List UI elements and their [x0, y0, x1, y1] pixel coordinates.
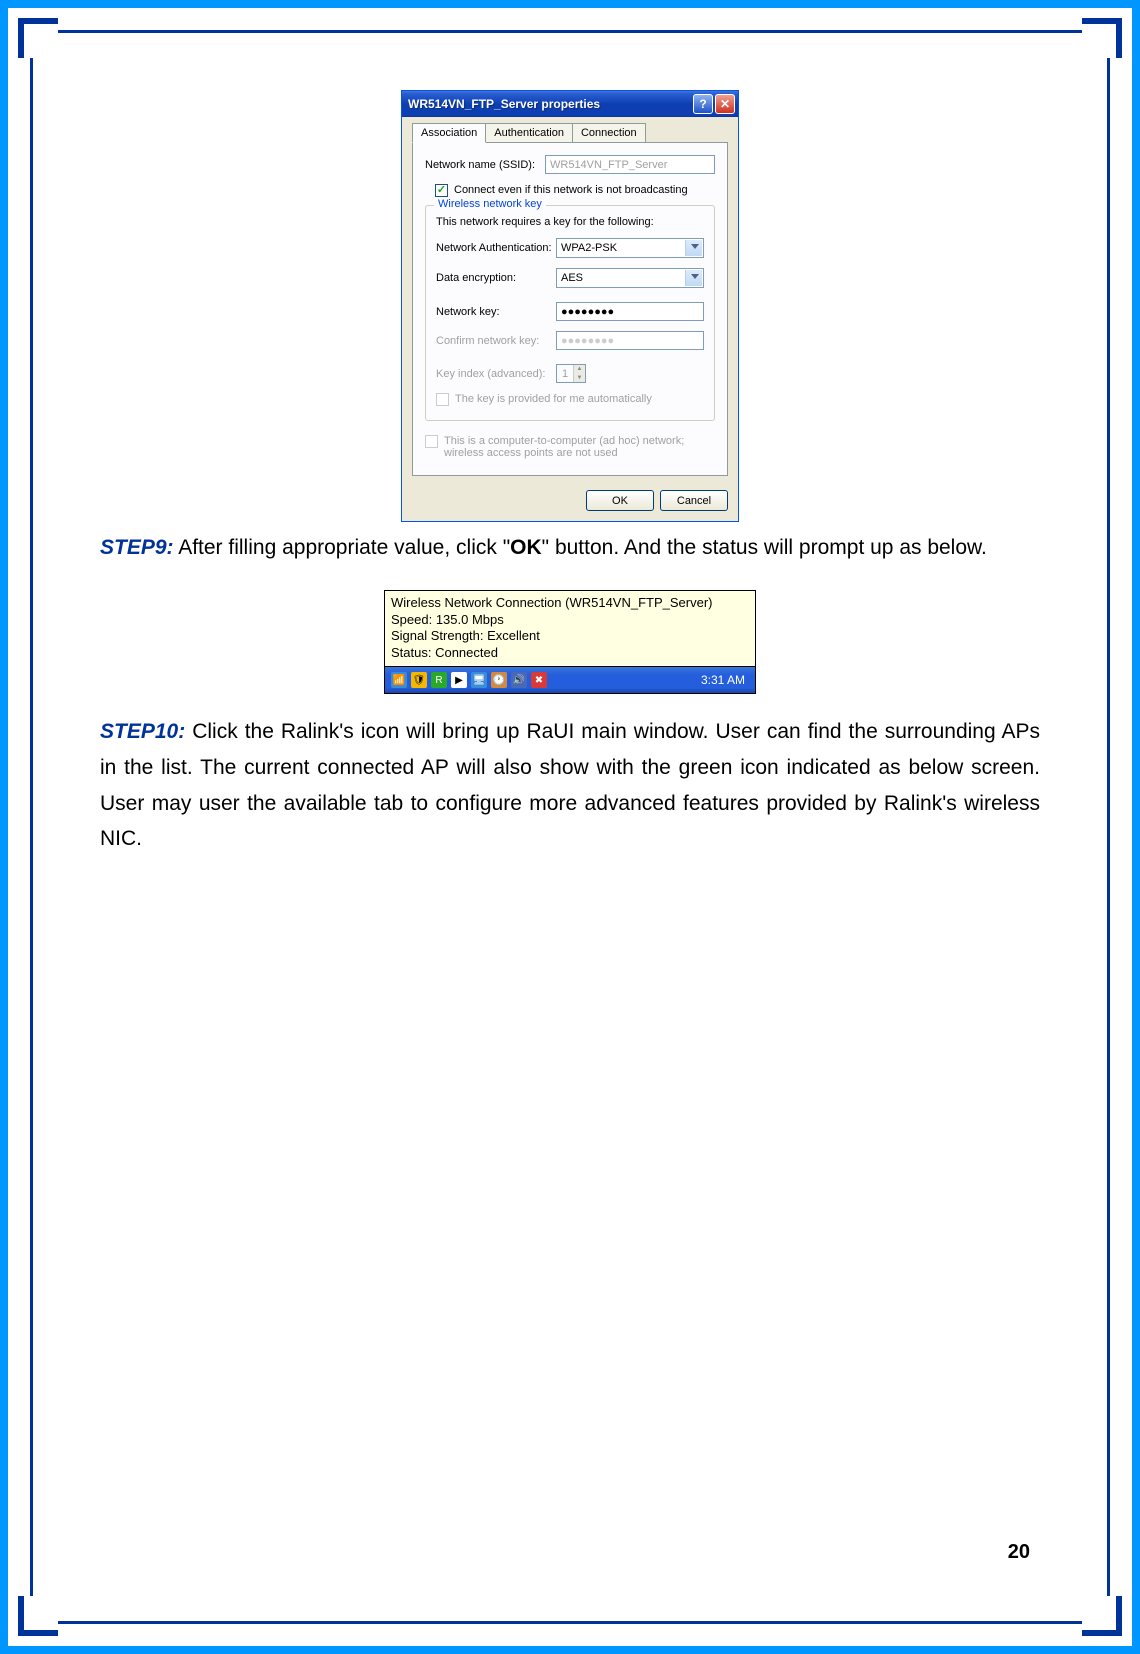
- index-label: Key index (advanced):: [436, 368, 556, 380]
- wireless-key-fieldset: Wireless network key This network requir…: [425, 205, 715, 421]
- fieldset-legend: Wireless network key: [434, 198, 546, 210]
- adhoc-checkbox[interactable]: [425, 435, 438, 448]
- tab-connection[interactable]: Connection: [572, 123, 646, 143]
- fieldset-text: This network requires a key for the foll…: [436, 216, 704, 228]
- step9-text-before: After filling appropriate value, click ": [174, 536, 511, 559]
- shield-icon[interactable]: 🛡: [411, 672, 427, 688]
- auth-select[interactable]: WPA2-PSK: [556, 238, 704, 258]
- auth-label: Network Authentication:: [436, 242, 556, 254]
- page-number: 20: [1008, 1541, 1030, 1564]
- ok-button[interactable]: OK: [586, 490, 654, 511]
- auth-row: Network Authentication: WPA2-PSK: [436, 238, 704, 258]
- auto-key-checkbox[interactable]: [436, 393, 449, 406]
- dialog-buttons: OK Cancel: [412, 490, 728, 511]
- content: WR514VN_FTP_Server properties ? ✕ Associ…: [100, 60, 1040, 1594]
- titlebar[interactable]: WR514VN_FTP_Server properties ? ✕: [402, 91, 738, 117]
- step9-ok: OK: [510, 536, 542, 559]
- stop-icon[interactable]: ✖: [531, 672, 547, 688]
- volume-icon[interactable]: 🔊: [511, 672, 527, 688]
- clock-icon[interactable]: 🕐: [491, 672, 507, 688]
- step9-text-after: " button. And the status will prompt up …: [542, 536, 987, 559]
- connect-even-label: Connect even if this network is not broa…: [454, 184, 688, 196]
- auto-key-label: The key is provided for me automatically: [455, 393, 652, 405]
- dialog-body: Association Authentication Connection Ne…: [402, 117, 738, 521]
- adhoc-row: This is a computer-to-computer (ad hoc) …: [425, 435, 715, 459]
- chevron-down-icon: [691, 274, 699, 279]
- ssid-label: Network name (SSID):: [425, 159, 545, 171]
- close-button[interactable]: ✕: [715, 94, 735, 114]
- tray-time: 3:31 AM: [701, 673, 749, 687]
- key-row: Network key: ●●●●●●●●: [436, 302, 704, 321]
- confirm-row: Confirm network key: ●●●●●●●●: [436, 331, 704, 350]
- network-icon[interactable]: 📶: [391, 672, 407, 688]
- enc-value: AES: [561, 272, 583, 284]
- system-tray: 📶 🛡 R ▶ 🖥 🕐 🔊 ✖ 3:31 AM: [385, 667, 755, 693]
- index-spinner[interactable]: 1 ▲▼: [556, 364, 586, 383]
- auto-key-row: The key is provided for me automatically: [436, 393, 704, 406]
- auth-value: WPA2-PSK: [561, 242, 617, 254]
- step9-paragraph: STEP9: After filling appropriate value, …: [100, 530, 1040, 566]
- key-input[interactable]: ●●●●●●●●: [556, 302, 704, 321]
- corner-tl: [18, 18, 58, 58]
- step10-text: Click the Ralink's icon will bring up Ra…: [100, 720, 1040, 850]
- monitor-icon[interactable]: 🖥: [471, 672, 487, 688]
- properties-dialog: WR514VN_FTP_Server properties ? ✕ Associ…: [401, 90, 739, 522]
- tab-bar: Association Authentication Connection: [412, 123, 728, 143]
- tooltip-line2: Speed: 135.0 Mbps: [391, 612, 749, 629]
- page: WR514VN_FTP_Server properties ? ✕ Associ…: [0, 0, 1140, 1654]
- connect-even-checkbox[interactable]: [435, 184, 448, 197]
- enc-label: Data encryption:: [436, 272, 556, 284]
- tooltip-content: Wireless Network Connection (WR514VN_FTP…: [385, 591, 755, 668]
- step10-paragraph: STEP10: Click the Ralink's icon will bri…: [100, 714, 1040, 857]
- step10-label: STEP10:: [100, 720, 185, 743]
- dialog-title: WR514VN_FTP_Server properties: [408, 97, 691, 111]
- key-label: Network key:: [436, 306, 556, 318]
- tab-association[interactable]: Association: [412, 123, 486, 143]
- tooltip-line3: Signal Strength: Excellent: [391, 628, 749, 645]
- confirm-input[interactable]: ●●●●●●●●: [556, 331, 704, 350]
- connection-tooltip: Wireless Network Connection (WR514VN_FTP…: [384, 590, 756, 695]
- index-row: Key index (advanced): 1 ▲▼: [436, 364, 704, 383]
- step9-label: STEP9:: [100, 536, 174, 559]
- connect-even-row: Connect even if this network is not broa…: [435, 184, 715, 197]
- confirm-label: Confirm network key:: [436, 335, 556, 347]
- tab-content: Network name (SSID): WR514VN_FTP_Server …: [412, 142, 728, 476]
- ssid-row: Network name (SSID): WR514VN_FTP_Server: [425, 155, 715, 174]
- tab-authentication[interactable]: Authentication: [485, 123, 573, 143]
- corner-br: [1082, 1596, 1122, 1636]
- spinner-buttons[interactable]: ▲▼: [573, 365, 585, 382]
- ralink-icon[interactable]: R: [431, 672, 447, 688]
- ssid-input[interactable]: WR514VN_FTP_Server: [545, 155, 715, 174]
- corner-tr: [1082, 18, 1122, 58]
- tooltip-line1: Wireless Network Connection (WR514VN_FTP…: [391, 595, 749, 612]
- corner-bl: [18, 1596, 58, 1636]
- enc-select[interactable]: AES: [556, 268, 704, 288]
- tooltip-line4: Status: Connected: [391, 645, 749, 662]
- cancel-button[interactable]: Cancel: [660, 490, 728, 511]
- chevron-down-icon: [691, 244, 699, 249]
- adhoc-label: This is a computer-to-computer (ad hoc) …: [444, 435, 715, 459]
- enc-row: Data encryption: AES: [436, 268, 704, 288]
- play-icon[interactable]: ▶: [451, 672, 467, 688]
- index-value: 1: [557, 365, 573, 382]
- help-button[interactable]: ?: [693, 94, 713, 114]
